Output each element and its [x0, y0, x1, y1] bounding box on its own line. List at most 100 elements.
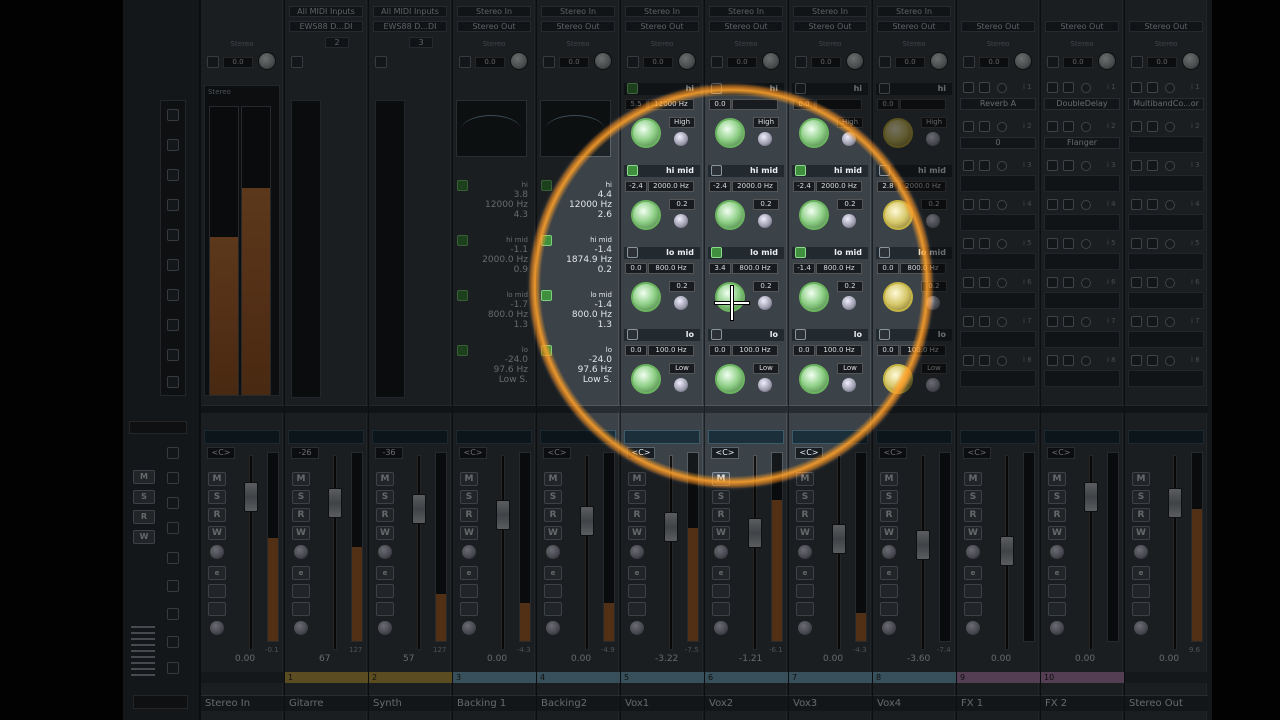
eq-band-lo-freq[interactable]: 100.0 Hz — [816, 345, 862, 356]
pan-control[interactable]: <C> — [711, 447, 739, 459]
eq-band-lo-freq[interactable]: 100.0 Hz — [732, 345, 778, 356]
eq-band-hi-q[interactable]: High — [753, 117, 779, 128]
eq-band-lo-mid-q-knob[interactable] — [926, 296, 940, 310]
write-button[interactable]: W — [1132, 526, 1150, 540]
common-footer-box[interactable] — [133, 695, 188, 709]
insert-7-power-icon[interactable] — [963, 316, 974, 327]
insert-3-slot[interactable] — [1044, 175, 1120, 192]
write-button[interactable]: W — [1048, 526, 1066, 540]
eq-band-lo-q-knob[interactable] — [926, 378, 940, 392]
insert-5-slot[interactable] — [1128, 253, 1204, 270]
insert-8-power-icon[interactable] — [963, 355, 974, 366]
eq-band-lo-gain-knob[interactable] — [715, 364, 745, 394]
insert-6-edit-icon[interactable] — [997, 278, 1007, 288]
insert-7-slot[interactable] — [960, 331, 1036, 348]
read-button[interactable]: R — [208, 508, 226, 522]
eq-band-lo-mid-q[interactable]: 0.2 — [669, 281, 695, 292]
volume-value[interactable]: 0.00 — [1159, 654, 1179, 664]
eq-band-lo-q-knob[interactable] — [758, 378, 772, 392]
input-phase-icon[interactable] — [795, 56, 807, 68]
input-phase-icon[interactable] — [207, 56, 219, 68]
input-gain-knob[interactable] — [846, 52, 864, 70]
input-routing[interactable]: Stereo In — [457, 6, 531, 17]
eq-band-hi-q-knob[interactable] — [842, 132, 856, 146]
eq-band-hi-gain[interactable]: 0.0 — [877, 99, 899, 110]
eq-band-lo-freq[interactable]: 100.0 Hz — [648, 345, 694, 356]
mute-button[interactable]: M — [712, 472, 730, 486]
eq-bypass-button[interactable] — [964, 602, 982, 616]
input-phase-icon[interactable] — [879, 56, 891, 68]
record-enable-icon[interactable] — [294, 621, 308, 635]
input-gain-value[interactable]: 0.0 — [811, 57, 841, 68]
insert-bypass-button[interactable] — [796, 584, 814, 598]
eq-band-hi-gain-knob[interactable] — [631, 118, 661, 148]
solo-button[interactable]: S — [964, 490, 982, 504]
volume-value[interactable]: 57 — [403, 654, 414, 664]
insert-4-power-icon[interactable] — [1047, 199, 1058, 210]
insert-7-power-icon[interactable] — [1047, 316, 1058, 327]
input-gain-value[interactable]: 0.0 — [643, 57, 673, 68]
eq-band-lo-mid-gain-knob[interactable] — [883, 282, 913, 312]
midi-channel[interactable]: 2 — [325, 37, 349, 48]
volume-fader-handle[interactable] — [580, 506, 594, 536]
write-button[interactable]: W — [208, 526, 226, 540]
eq-bypass-button[interactable] — [376, 602, 394, 616]
output-routing[interactable]: Stereo Out — [961, 21, 1035, 32]
volume-value[interactable]: -3.22 — [655, 654, 678, 664]
eq-band-hi-gain[interactable]: 5.5 — [625, 99, 647, 110]
pan-control[interactable]: <C> — [963, 447, 991, 459]
insert-3-edit-icon[interactable] — [997, 161, 1007, 171]
input-gain-knob[interactable] — [258, 52, 276, 70]
volume-value[interactable]: 0.00 — [991, 654, 1011, 664]
edit-button[interactable]: e — [460, 566, 478, 580]
insert-bypass-button[interactable] — [1132, 584, 1150, 598]
insert-2-name[interactable]: 0 — [960, 137, 1036, 149]
eq-band-lo-q-knob[interactable] — [674, 378, 688, 392]
insert-8-edit-icon[interactable] — [1081, 356, 1091, 366]
volume-fader-handle[interactable] — [832, 524, 846, 554]
output-routing[interactable]: Stereo Out — [793, 21, 867, 32]
insert-1-power-icon[interactable] — [1131, 82, 1142, 93]
eq-band-lo-mid-q[interactable]: 0.2 — [921, 281, 947, 292]
read-button[interactable]: R — [712, 508, 730, 522]
read-button[interactable]: R — [880, 508, 898, 522]
eq-band-lo-freq[interactable]: 100.0 Hz — [900, 345, 946, 356]
solo-button[interactable]: S — [376, 490, 394, 504]
insert-1-bypass-icon[interactable] — [1147, 82, 1158, 93]
insert-5-power-icon[interactable] — [1131, 238, 1142, 249]
read-button[interactable]: R — [628, 508, 646, 522]
input-routing[interactable]: Stereo In — [793, 6, 867, 17]
mute-button[interactable]: M — [964, 472, 982, 486]
volume-value[interactable]: 0.00 — [487, 654, 507, 664]
eq-band-hi-mid-gain-knob[interactable] — [799, 200, 829, 230]
volume-fader-handle[interactable] — [1000, 536, 1014, 566]
eq-band-lo-gain-knob[interactable] — [799, 364, 829, 394]
channel-name[interactable]: FX 2 — [1041, 695, 1124, 711]
eq-band-3-power-icon[interactable] — [457, 345, 468, 356]
volume-fader-handle[interactable] — [916, 530, 930, 560]
eq-band-hi-mid-power-icon[interactable] — [711, 165, 722, 176]
insert-4-bypass-icon[interactable] — [1063, 199, 1074, 210]
eq-band-hi-q[interactable]: High — [921, 117, 947, 128]
volume-fader-handle[interactable] — [328, 488, 342, 518]
input-routing[interactable]: All MIDI Inputs — [289, 6, 363, 17]
record-enable-icon[interactable] — [1134, 621, 1148, 635]
mute-button[interactable]: M — [544, 472, 562, 486]
eq-band-lo-power-icon[interactable] — [627, 329, 638, 340]
insert-2-bypass-icon[interactable] — [1063, 121, 1074, 132]
eq-band-hi-q-knob[interactable] — [926, 132, 940, 146]
insert-6-power-icon[interactable] — [1047, 277, 1058, 288]
eq-band-lo-power-icon[interactable] — [711, 329, 722, 340]
volume-fader-handle[interactable] — [496, 500, 510, 530]
volume-value[interactable]: -3.60 — [907, 654, 930, 664]
read-button[interactable]: R — [460, 508, 478, 522]
output-routing[interactable]: Stereo Out — [625, 21, 699, 32]
eq-band-lo-mid-gain-knob[interactable] — [631, 282, 661, 312]
insert-6-slot[interactable] — [1044, 292, 1120, 309]
eq-band-lo-mid-q[interactable]: 0.2 — [837, 281, 863, 292]
monitor-knob[interactable] — [1134, 545, 1148, 559]
input-routing[interactable]: Stereo In — [541, 6, 615, 17]
mute-button[interactable]: M — [1048, 472, 1066, 486]
edit-button[interactable]: e — [208, 566, 226, 580]
insert-1-power-icon[interactable] — [963, 82, 974, 93]
